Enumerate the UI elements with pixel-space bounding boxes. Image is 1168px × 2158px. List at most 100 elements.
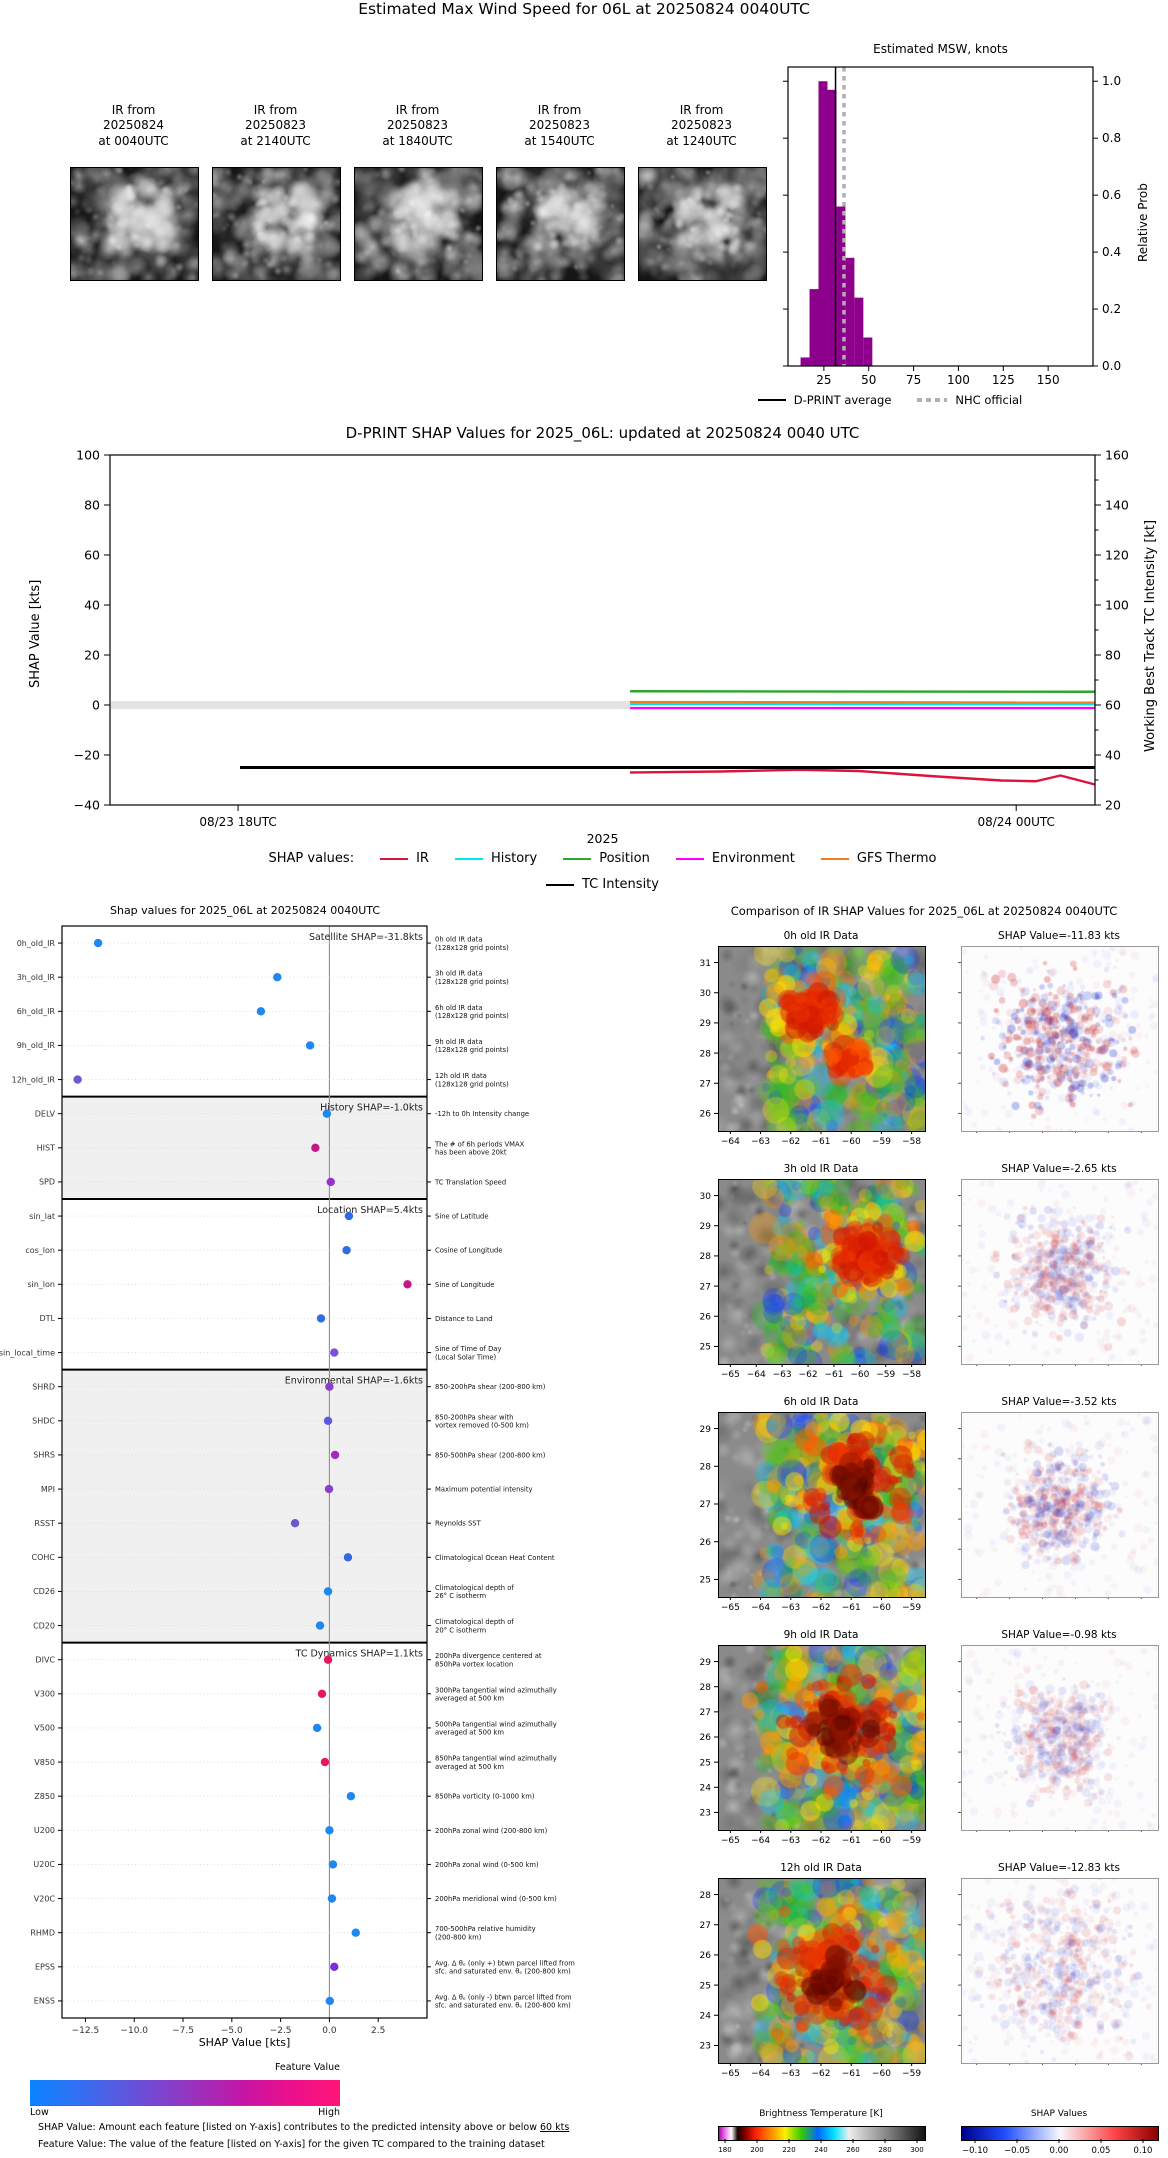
lat-tick-label: 24 [700, 1783, 712, 1793]
ir-data-map [718, 1179, 926, 1365]
shap-dot-z850 [346, 1791, 356, 1801]
lat-tick-label: 29 [700, 1658, 712, 1668]
lat-tick-label: 31 [700, 959, 711, 969]
ir-data-map [718, 946, 926, 1132]
feature-description: Climatological depth of [435, 1618, 514, 1626]
histogram-ytick-label: 0.2 [1102, 302, 1121, 316]
shap-dot-delv [322, 1109, 332, 1118]
lon-tick-label: −59 [872, 1137, 891, 1147]
shap-dot-spd [326, 1177, 335, 1187]
feature-description: 700-500hPa relative humidity [435, 1925, 536, 1933]
feature-description: 200hPa zonal wind (200-800 km) [435, 1827, 548, 1835]
shap-dot-hist [311, 1143, 320, 1153]
lat-tick-label: 27 [700, 1708, 711, 1718]
ir-thumbnail-label: IR from 20250823 at 1840UTC [382, 103, 453, 148]
histogram-xtick-label: 25 [816, 373, 831, 387]
shap-value-map [961, 1179, 1159, 1365]
feature-label: 6h_old_IR [17, 1007, 56, 1016]
lon-tick-label: −63 [773, 1370, 792, 1380]
ir-thumbnail-label: IR from 20250824 at 0040UTC [98, 103, 169, 148]
histogram-xtick-label: 150 [1037, 373, 1060, 387]
shap-dot-mpi [324, 1484, 334, 1494]
lon-tick-label: −65 [721, 1603, 740, 1613]
histogram-xtick-label: 100 [947, 373, 970, 387]
feature-label: EPSS [35, 1963, 55, 1972]
feature-description: 6h old IR data [435, 1004, 483, 1012]
ir-thumbnail-label: IR from 20250823 at 1540UTC [524, 103, 595, 148]
lat-tick-label: 26 [700, 1110, 712, 1120]
ir-thumbnail-image [212, 167, 341, 281]
feature-description: -12h to 0h Intensity change [435, 1110, 529, 1118]
feature-description: Climatological Ocean Heat Content [435, 1554, 555, 1562]
timeseries-ytick-left-label: −20 [74, 748, 100, 763]
lon-tick-label: −62 [812, 1603, 831, 1613]
feature-description: Maximum potential intensity [435, 1486, 533, 1494]
shap-dot-shrs [330, 1450, 340, 1460]
lat-tick-label: 25 [700, 1343, 711, 1353]
timeseries-ytick-left-label: 100 [76, 448, 100, 463]
feature-description: 500hPa tangential wind azimuthally [435, 1720, 557, 1728]
lon-tick-label: −59 [902, 2069, 921, 2079]
feature-label: V300 [34, 1690, 55, 1699]
lon-tick-label: −63 [781, 1603, 800, 1613]
feature-description: 850-200hPa shear with [435, 1413, 513, 1421]
lon-tick-label: −61 [842, 1603, 861, 1613]
lon-tick-label: −61 [824, 1370, 843, 1380]
lon-tick-label: −59 [902, 1603, 921, 1613]
shap-map-title: SHAP Value=-12.83 kts [998, 1862, 1120, 1874]
timeseries-ytick-right-label: 160 [1105, 448, 1129, 463]
feature-label: COHC [32, 1553, 56, 1562]
histogram-ytick-label: 0.6 [1102, 188, 1121, 202]
lat-tick-label: 28 [700, 1683, 712, 1693]
shap-value-map [961, 1878, 1159, 2064]
bt-colorbar-tick-label: 200 [750, 2146, 763, 2154]
feature-description: Sine of Latitude [435, 1213, 489, 1221]
lat-tick-label: 23 [700, 1809, 711, 1819]
lon-tick-label: −60 [872, 2069, 891, 2079]
histogram-bar [845, 257, 855, 366]
lat-tick-label: 25 [700, 1758, 711, 1768]
lat-tick-label: 23 [700, 2042, 711, 2052]
shap-dot-12h_old_ir [73, 1075, 82, 1084]
lon-tick-label: −64 [721, 1137, 740, 1147]
lat-tick-label: 27 [700, 1079, 711, 1089]
histogram-bar [863, 337, 873, 366]
shap-dot-v300 [317, 1689, 327, 1699]
feature-description: (200-800 km) [435, 1933, 482, 1941]
lat-tick-label: 26 [700, 1951, 712, 1961]
shap-dot-cd20 [315, 1621, 325, 1630]
feature-label: 12h_old_IR [12, 1075, 56, 1084]
lat-tick-label: 25 [700, 1576, 711, 1586]
feature-description: Distance to Land [435, 1315, 492, 1323]
ir-thumbnail-label: IR from 20250823 at 2140UTC [240, 103, 311, 148]
feature-label: HIST [37, 1144, 55, 1153]
feature-description: 20° C isotherm [435, 1626, 487, 1634]
bt-colorbar-tick-label: 220 [782, 2146, 795, 2154]
feature-description: (128x128 grid points) [435, 1046, 509, 1054]
feature-description: 200hPa meridional wind (0-500 km) [435, 1895, 557, 1903]
shap-value-map [961, 1645, 1159, 1831]
bt-colorbar-tick-label: 300 [910, 2146, 923, 2154]
shap-dot-shdc [323, 1416, 333, 1426]
feature-label: U200 [34, 1826, 55, 1835]
shap-dot-0h_old_ir [93, 938, 103, 948]
feature-description: 0h old IR data [435, 936, 483, 944]
bt-colorbar-tick-label: 280 [878, 2146, 891, 2154]
shap-dot-cos_lon [342, 1245, 351, 1255]
feature-description: Sine of Time of Day [435, 1345, 502, 1353]
histogram-ytick-label: 0.4 [1102, 245, 1121, 259]
shap-dot-6h_old_ir [256, 1007, 266, 1016]
ir-thumbnail-image [70, 167, 199, 281]
feature-description: (128x128 grid points) [435, 1080, 509, 1088]
feature-label: Z850 [34, 1792, 55, 1801]
feature-description: averaged at 500 km [435, 1763, 504, 1771]
bt-colorbar-tick-label: 180 [718, 2146, 731, 2154]
timeseries-ytick-left-label: 0 [92, 698, 100, 713]
lat-tick-label: 26 [700, 1312, 712, 1322]
shap-colorbar-tick-label: 0.10 [1134, 2146, 1153, 2156]
feature-label: 9h_old_IR [17, 1041, 56, 1050]
bt-colorbar-tick-label: 260 [846, 2146, 859, 2154]
timeseries-xtick-label: 08/23 18UTC [199, 815, 276, 829]
lon-tick-label: −64 [751, 1603, 770, 1613]
feature-description: 850-200hPa shear (200-800 km) [435, 1383, 546, 1391]
